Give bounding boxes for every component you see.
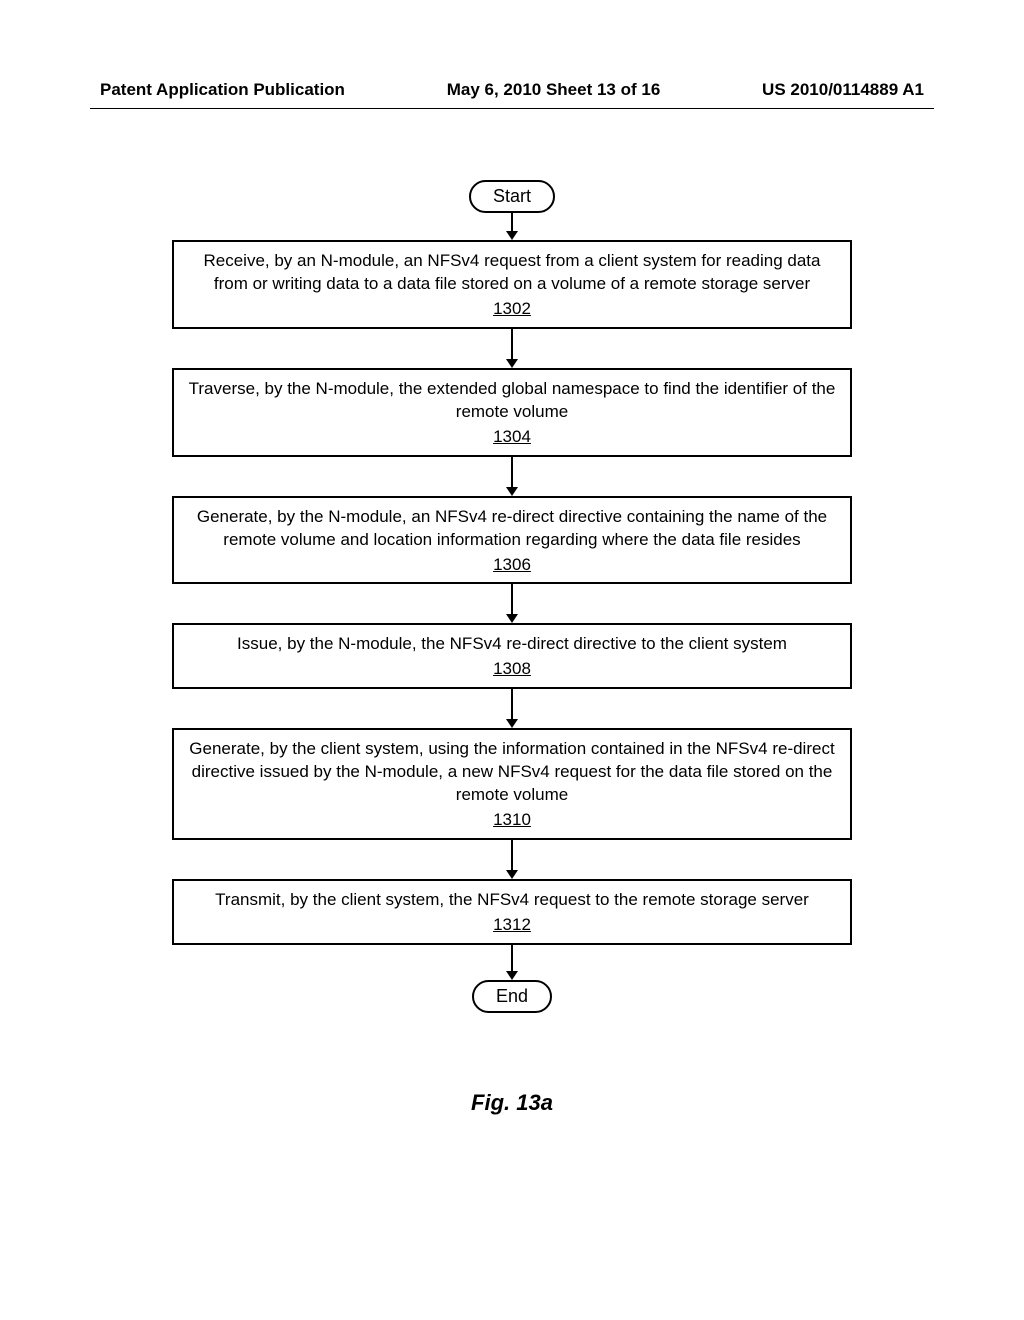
flowchart: Start Receive, by an N-module, an NFSv4 r… bbox=[172, 180, 852, 1013]
arrow bbox=[506, 689, 518, 728]
step-1302: Receive, by an N-module, an NFSv4 reques… bbox=[172, 240, 852, 329]
header-rule bbox=[90, 108, 934, 109]
step-number: 1308 bbox=[493, 658, 531, 681]
start-terminal: Start bbox=[469, 180, 555, 213]
figure-caption: Fig. 13a bbox=[0, 1090, 1024, 1116]
arrow bbox=[506, 584, 518, 623]
step-number: 1302 bbox=[493, 298, 531, 321]
step-number: 1312 bbox=[493, 914, 531, 937]
step-1308: Issue, by the N-module, the NFSv4 re-dir… bbox=[172, 623, 852, 689]
step-1306: Generate, by the N-module, an NFSv4 re-d… bbox=[172, 496, 852, 585]
step-text: Receive, by an N-module, an NFSv4 reques… bbox=[188, 250, 836, 296]
arrow bbox=[506, 840, 518, 879]
arrow bbox=[506, 945, 518, 980]
step-number: 1306 bbox=[493, 554, 531, 577]
header-center: May 6, 2010 Sheet 13 of 16 bbox=[447, 80, 661, 100]
header-left: Patent Application Publication bbox=[100, 80, 345, 100]
step-text: Generate, by the N-module, an NFSv4 re-d… bbox=[188, 506, 836, 552]
arrow bbox=[506, 213, 518, 240]
step-1310: Generate, by the client system, using th… bbox=[172, 728, 852, 840]
step-text: Generate, by the client system, using th… bbox=[188, 738, 836, 807]
step-number: 1310 bbox=[493, 809, 531, 832]
step-1304: Traverse, by the N-module, the extended … bbox=[172, 368, 852, 457]
arrow bbox=[506, 457, 518, 496]
end-terminal: End bbox=[472, 980, 552, 1013]
arrow bbox=[506, 329, 518, 368]
step-text: Issue, by the N-module, the NFSv4 re-dir… bbox=[188, 633, 836, 656]
step-text: Transmit, by the client system, the NFSv… bbox=[188, 889, 836, 912]
page-header: Patent Application Publication May 6, 20… bbox=[0, 80, 1024, 100]
step-1312: Transmit, by the client system, the NFSv… bbox=[172, 879, 852, 945]
step-number: 1304 bbox=[493, 426, 531, 449]
header-right: US 2010/0114889 A1 bbox=[762, 80, 924, 100]
step-text: Traverse, by the N-module, the extended … bbox=[188, 378, 836, 424]
